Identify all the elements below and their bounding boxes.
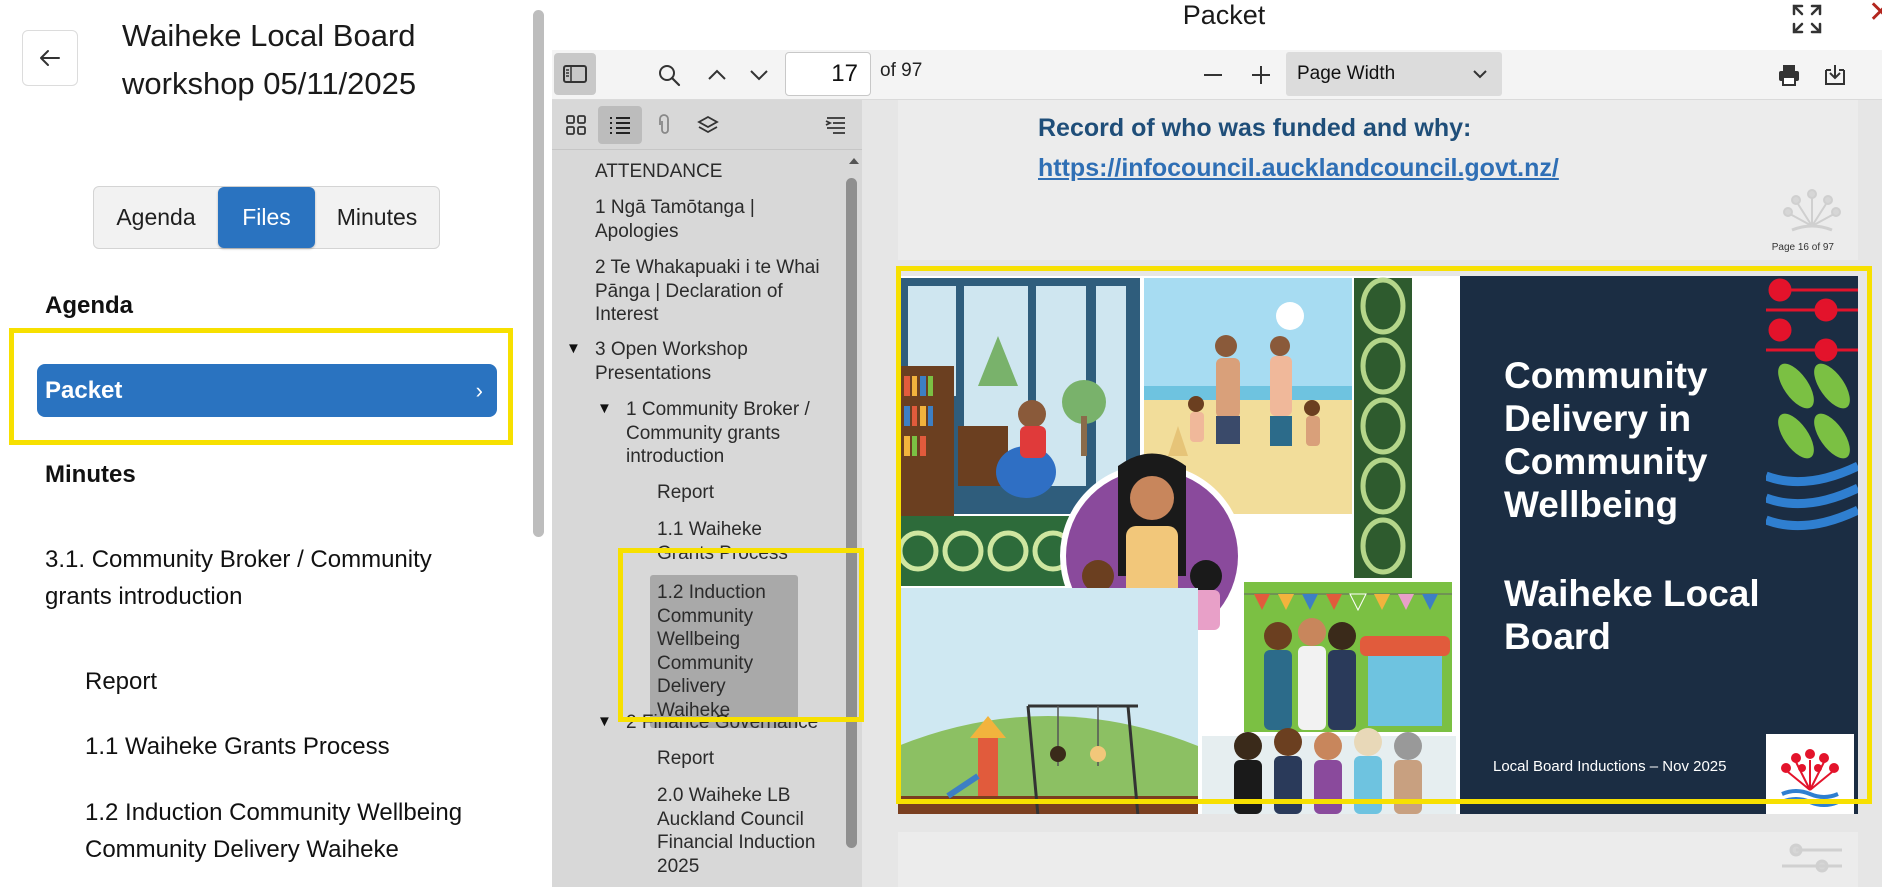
find-current-outline-item-button[interactable] [816,106,856,144]
funded-heading: Record of who was funded and why: [1038,114,1472,142]
minutes-item-community-broker[interactable]: 3.1. Community Broker / Community grants… [45,541,475,615]
infocouncil-link[interactable]: https://infocouncil.aucklandcouncil.govt… [1038,154,1559,183]
triangle-down-icon[interactable]: ▼ [597,713,612,730]
zoom-out-icon [1204,74,1222,76]
zoom-out-button[interactable] [1196,58,1230,92]
highlight-box-outline-item [618,548,864,722]
zoom-value: Page Width [1297,63,1396,84]
minutes-item-induction[interactable]: 1.2 Induction Community Wellbeing Commun… [85,794,505,868]
zoom-in-icon [1252,66,1270,84]
previous-page-button[interactable] [700,58,734,92]
left-panel-scrollbar[interactable] [533,10,544,537]
triangle-down-icon[interactable]: ▼ [566,340,581,357]
print-button[interactable] [1772,58,1806,92]
triangle-down-icon[interactable]: ▼ [597,400,612,417]
outline-item-open-workshop[interactable]: 3 Open Workshop Presentations [595,338,825,385]
tab-files[interactable]: Files [218,187,315,248]
outline-icon [610,117,630,134]
page-number-label: Page 16 of 97 [1771,242,1834,253]
page-number-input[interactable]: 17 [785,52,871,96]
tab-agenda[interactable]: Agenda [94,187,218,248]
next-page-button[interactable] [742,58,776,92]
fullscreen-icon[interactable] [1790,2,1824,36]
search-icon [659,65,681,87]
search-button[interactable] [652,58,686,92]
minutes-item-grants-process[interactable]: 1.1 Waiheke Grants Process [85,728,390,765]
zoom-in-button[interactable] [1244,58,1278,92]
agenda-heading: Agenda [45,292,134,319]
outline-list: ATTENDANCE 1 Ngā Tamōtanga | Apologies 2… [552,150,847,887]
minutes-item-report[interactable]: Report [85,663,157,700]
pohutukawa-logo-icon [1782,843,1842,873]
highlight-box-slide [896,266,1872,804]
outline-item-report[interactable]: Report [657,481,714,505]
thumbnails-tab[interactable] [556,106,596,144]
thumbnails-icon [566,115,586,135]
outline-item-declaration[interactable]: 2 Te Whakapuaki i te Whai Pānga | Declar… [595,256,830,327]
page-total: of 97 [880,60,923,81]
back-arrow-icon [40,50,60,66]
sidebar-tabs [552,100,862,150]
layers-tab[interactable] [688,106,728,144]
outline-item-report-2[interactable]: Report [657,747,714,771]
chevron-up-icon [708,69,726,80]
meeting-title: Waiheke Local Board workshop 05/11/2025 [122,18,417,101]
save-button[interactable] [1818,58,1852,92]
highlight-box-packet [9,328,513,445]
sidebar-toggle-button[interactable] [554,53,596,95]
current-outline-item-icon [825,117,845,134]
attachments-tab[interactable] [644,106,684,144]
tab-minutes[interactable]: Minutes [315,187,439,248]
outline-item-community-broker[interactable]: 1 Community Broker / Community grants in… [626,398,836,469]
zoom-select[interactable]: Page Width [1286,52,1502,96]
outline-scrollbar[interactable] [846,178,857,848]
pohutukawa-logo-icon [1783,189,1841,232]
back-button[interactable] [22,30,78,86]
outline-tab[interactable] [598,106,642,144]
page-18 [898,832,1858,887]
viewer-title-bar: Packet ✕ [552,0,1882,50]
viewer-title: Packet [1182,0,1266,30]
save-icon [1825,65,1845,85]
view-segmented-control: Agenda Files Minutes [93,186,440,249]
outline-sidebar: ATTENDANCE 1 Ngā Tamōtanga | Apologies 2… [552,100,862,887]
chevron-down-icon [750,70,768,81]
page-16: Record of who was funded and why: https:… [898,100,1858,260]
attachments-icon [659,114,669,134]
outline-item-apologies[interactable]: 1 Ngā Tamōtanga | Apologies [595,196,825,243]
outline-item-financial-induction[interactable]: 2.0 Waiheke LB Auckland Council Financia… [657,784,837,878]
print-icon [1779,65,1799,86]
sidebar-toggle-icon [563,65,587,83]
minutes-heading: Minutes [45,461,136,488]
close-icon[interactable]: ✕ [1868,0,1882,28]
outline-item-attendance[interactable]: ATTENDANCE [595,160,830,184]
layers-icon [697,115,719,134]
